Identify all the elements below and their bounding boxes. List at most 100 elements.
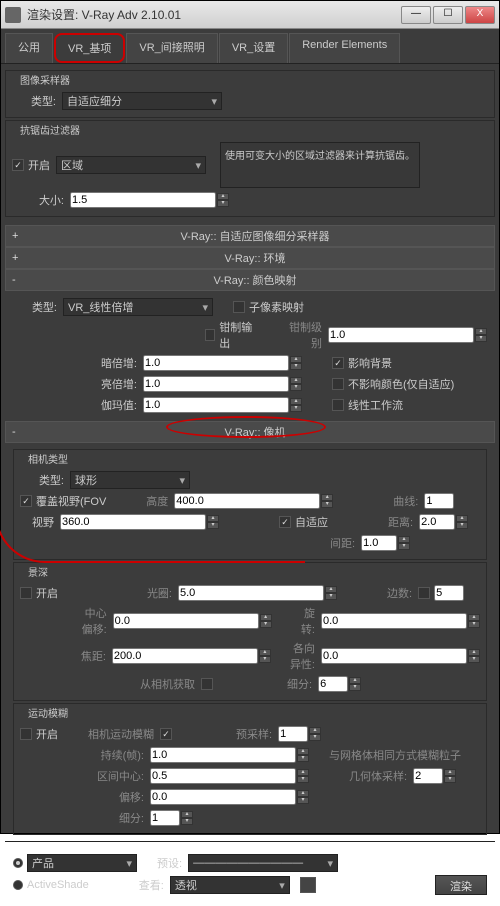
subdiv2-spinner[interactable]: ▴▾ [181, 811, 193, 825]
cm-clamp-level-input[interactable] [328, 327, 474, 343]
subdiv-input[interactable] [318, 676, 348, 692]
geosamp-spinner[interactable]: ▴▾ [444, 769, 456, 783]
camera-height-input[interactable] [174, 493, 320, 509]
bias-input[interactable] [150, 789, 296, 805]
camera-curve-label: 曲线: [393, 493, 424, 509]
cm-type-label: 类型: [13, 299, 63, 315]
lock-icon[interactable] [300, 877, 316, 893]
camera-adaptive-label: 自适应 [295, 514, 328, 530]
cm-subpixel-checkbox[interactable] [233, 301, 245, 313]
aniso-input[interactable] [321, 648, 467, 664]
cm-linear-checkbox[interactable] [332, 399, 344, 411]
antialias-size-spinner[interactable]: ▴▾ [217, 193, 229, 207]
preset-dropdown[interactable]: —————————— [188, 854, 338, 872]
focal-input[interactable] [112, 648, 258, 664]
cm-dark-input[interactable] [143, 355, 289, 371]
mb-enable-label: 开启 [36, 726, 58, 742]
antialias-filter-dropdown[interactable]: 区域 [56, 156, 206, 174]
geosamp-input[interactable] [413, 768, 443, 784]
subdiv-label: 细分: [287, 676, 318, 692]
camera-inter-spinner[interactable]: ▴▾ [398, 536, 410, 550]
camera-type-dropdown[interactable]: 球形 [70, 471, 190, 489]
cm-bg-checkbox[interactable]: ✓ [332, 357, 344, 369]
render-button[interactable]: 渲染 [435, 875, 487, 895]
camera-height-spinner[interactable]: ▴▾ [321, 494, 333, 508]
mb-enable-checkbox[interactable] [20, 728, 32, 740]
cm-gamma-input[interactable] [143, 397, 289, 413]
rollup-environment[interactable]: +V-Ray:: 环境 [5, 247, 495, 269]
tab-common[interactable]: 公用 [5, 33, 53, 63]
tab-vr-indirect[interactable]: VR_间接照明 [126, 33, 217, 63]
camera-inter-input[interactable] [361, 535, 397, 551]
presamp-input[interactable] [278, 726, 308, 742]
sampler-type-label: 类型: [12, 93, 62, 109]
tab-vr-basic[interactable]: VR_基项 [54, 33, 125, 63]
aperture-label: 光圈: [118, 585, 178, 601]
rotation-input[interactable] [321, 613, 467, 629]
cam-mb-checkbox[interactable]: ✓ [160, 728, 172, 740]
duration-input[interactable] [150, 747, 296, 763]
tab-render-elements[interactable]: Render Elements [289, 33, 400, 63]
camera-dist-spinner[interactable]: ▴▾ [456, 515, 468, 529]
intcenter-input[interactable] [150, 768, 296, 784]
antialias-enable-checkbox[interactable]: ✓ [12, 159, 24, 171]
bias-spinner[interactable]: ▴▾ [297, 790, 309, 804]
cm-type-dropdown[interactable]: VR_线性倍增 [63, 298, 213, 316]
activeshade-label: ActiveShade [27, 879, 89, 891]
cm-bright-input[interactable] [143, 376, 289, 392]
image-sampler-title: 图像采样器 [16, 72, 74, 87]
minimize-button[interactable]: — [401, 6, 431, 24]
fromcam-checkbox[interactable] [201, 678, 213, 690]
tab-bar: 公用 VR_基项 VR_间接照明 VR_设置 Render Elements [1, 29, 499, 64]
fromcam-label: 从相机获取 [140, 676, 201, 692]
duration-spinner[interactable]: ▴▾ [297, 748, 309, 762]
cam-mb-label: 相机运动模糊 [88, 726, 160, 742]
maximize-button[interactable]: ☐ [433, 6, 463, 24]
fov-override-label: 覆盖视野(FOV [36, 493, 106, 509]
cm-subpixel-label: 子像素映射 [249, 299, 304, 315]
rotation-spinner[interactable]: ▴▾ [468, 614, 480, 628]
sampler-type-dropdown[interactable]: 自适应细分 [62, 92, 222, 110]
rollup-adaptive[interactable]: +V-Ray:: 自适应图像细分采样器 [5, 225, 495, 247]
rollup-camera[interactable]: -V-Ray:: 像机 [5, 421, 495, 443]
production-radio[interactable] [13, 858, 23, 868]
camera-curve-input[interactable] [424, 493, 454, 509]
presamp-spinner[interactable]: ▴▾ [309, 727, 321, 741]
tab-vr-settings[interactable]: VR_设置 [219, 33, 288, 63]
camera-view-spinner[interactable]: ▴▾ [207, 515, 219, 529]
cm-gamma-spinner[interactable]: ▴▾ [290, 398, 302, 412]
aniso-spinner[interactable]: ▴▾ [468, 649, 480, 663]
focal-spinner[interactable]: ▴▾ [259, 649, 271, 663]
subdiv-spinner[interactable]: ▴▾ [349, 677, 361, 691]
rollup-colormap[interactable]: -V-Ray:: 颜色映射 [5, 269, 495, 291]
cm-dark-spinner[interactable]: ▴▾ [290, 356, 302, 370]
sides-checkbox[interactable] [418, 587, 430, 599]
intcenter-spinner[interactable]: ▴▾ [297, 769, 309, 783]
cm-dark-label: 暗倍增: [13, 355, 143, 371]
center-spinner[interactable]: ▴▾ [260, 614, 272, 628]
aperture-spinner[interactable]: ▴▾ [325, 586, 337, 600]
camera-dist-input[interactable] [419, 514, 455, 530]
center-label: 中心偏移: [75, 605, 112, 637]
center-input[interactable] [113, 613, 259, 629]
antialias-title: 抗锯齿过滤器 [16, 122, 84, 137]
camera-view-input[interactable] [60, 514, 206, 530]
cm-noaffect-checkbox[interactable] [332, 378, 344, 390]
antialias-size-input[interactable] [70, 192, 216, 208]
camera-type-label: 类型: [20, 472, 70, 488]
view-dropdown[interactable]: 透视 [170, 876, 290, 894]
sides-input[interactable] [434, 585, 464, 601]
antialias-size-label: 大小: [12, 192, 70, 208]
camera-adaptive-checkbox[interactable]: ✓ [279, 516, 291, 528]
cm-bright-spinner[interactable]: ▴▾ [290, 377, 302, 391]
activeshade-radio[interactable] [13, 880, 23, 890]
fov-override-checkbox[interactable]: ✓ [20, 495, 32, 507]
dof-enable-checkbox[interactable] [20, 587, 32, 599]
production-dropdown[interactable]: 产品 [27, 854, 137, 872]
cm-clamp-checkbox[interactable] [205, 329, 216, 341]
close-button[interactable]: X [465, 6, 495, 24]
aperture-input[interactable] [178, 585, 324, 601]
subdiv2-input[interactable] [150, 810, 180, 826]
camera-height-label: 高度 [146, 493, 174, 509]
cm-clamp-spinner[interactable]: ▴▾ [475, 328, 487, 342]
